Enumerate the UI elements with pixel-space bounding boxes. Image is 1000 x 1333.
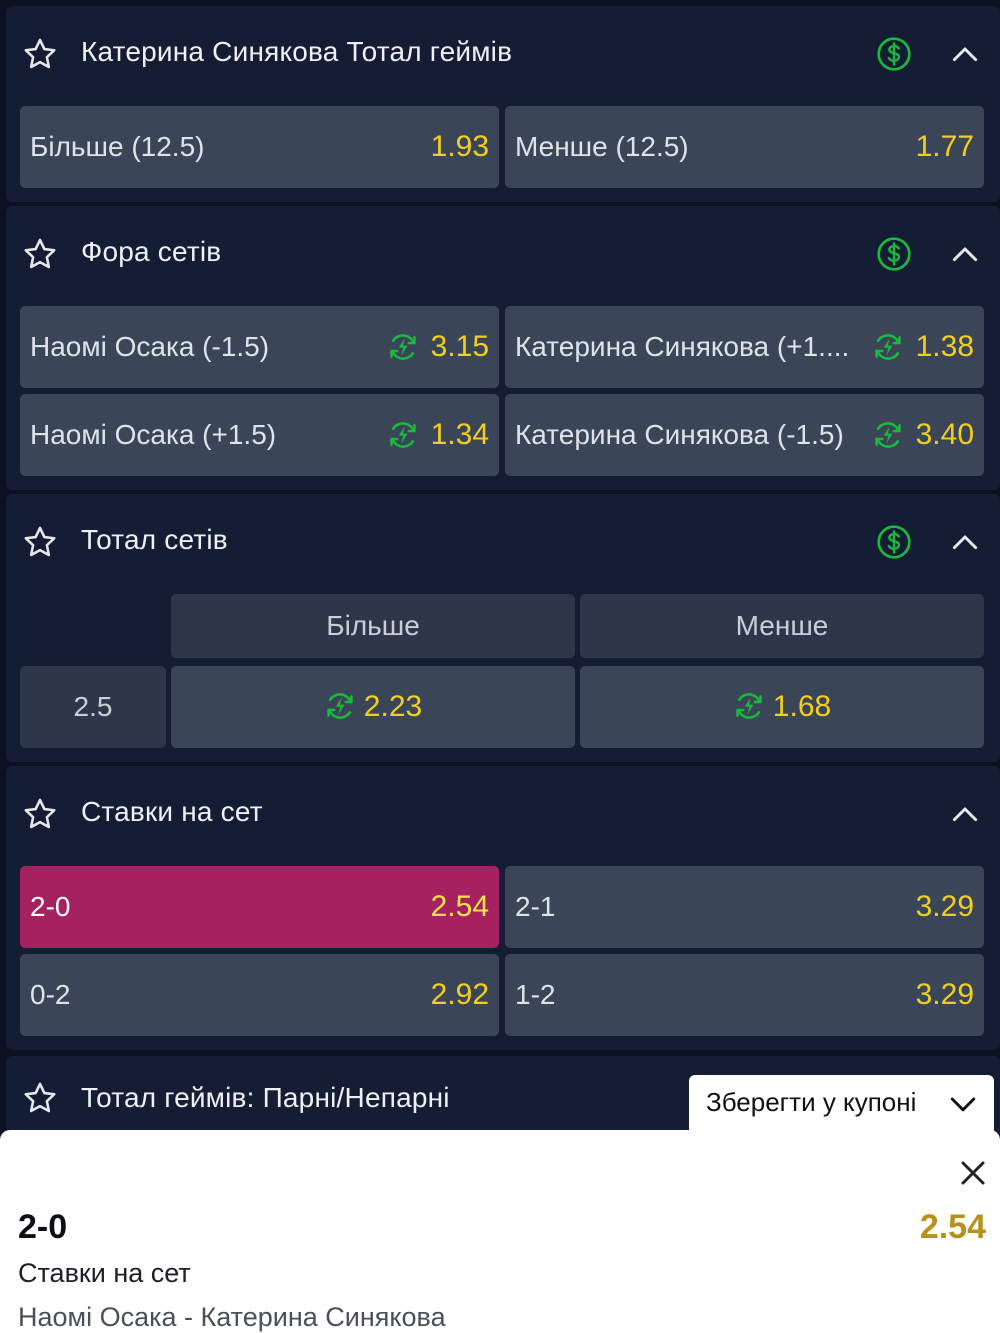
market-header[interactable]: Ставки на сет	[6, 766, 1000, 862]
outcome-label: Менше (12.5)	[515, 131, 689, 162]
market-title: Тотал геймів: Парні/Непарні	[81, 1082, 450, 1113]
market-title: Тотал сетів	[81, 524, 228, 555]
odds-value: 2.23	[363, 690, 423, 723]
close-icon[interactable]	[958, 1158, 988, 1188]
column-header-label: Більше	[326, 610, 420, 641]
chevron-up-icon[interactable]	[948, 39, 982, 69]
column-header-label: Менше	[735, 610, 829, 641]
odds-button[interactable]: Наомі Осака (+1.5) 1.34	[20, 394, 499, 476]
selection-name: 2-0	[18, 1208, 68, 1246]
market-player-total-games: Катерина Синякова Тотал геймів Більше (1…	[6, 6, 1000, 202]
column-header-over: Більше	[171, 594, 575, 658]
outcome-label: 2-1	[515, 891, 556, 922]
odds-value: 1.77	[915, 130, 974, 163]
market-title: Фора сетів	[81, 236, 222, 267]
odds-value: 3.29	[915, 890, 974, 923]
odds-button-selected[interactable]: 2-0 2.54	[20, 866, 499, 948]
selection-market: Ставки на сет	[18, 1258, 191, 1288]
selection-event: Наомі Осака - Катерина Синякова	[18, 1302, 446, 1332]
star-icon[interactable]	[22, 796, 58, 832]
boost-icon	[733, 690, 765, 722]
odds-button[interactable]: Наомі Осака (-1.5) 3.15	[20, 306, 499, 388]
line-label: 2.5	[73, 691, 113, 722]
chevron-up-icon[interactable]	[948, 527, 982, 557]
boost-icon	[387, 331, 419, 363]
star-icon[interactable]	[22, 36, 58, 72]
odds-button[interactable]: 1-2 3.29	[505, 954, 984, 1036]
boost-icon	[387, 419, 419, 451]
line-value: 2.5	[20, 666, 166, 748]
boost-icon	[872, 331, 904, 363]
market-header[interactable]: Тотал сетів	[6, 494, 1000, 590]
star-icon[interactable]	[22, 236, 58, 272]
odds-button[interactable]: 2-1 3.29	[505, 866, 984, 948]
star-icon[interactable]	[22, 1080, 58, 1116]
bet-slip: 2-0 2.54 Ставки на сет Наомі Осака - Кат…	[0, 1130, 1000, 1333]
odds-value: 3.40	[915, 418, 974, 451]
odds-value: 1.68	[772, 690, 832, 723]
odds-value: 2.92	[430, 978, 489, 1011]
save-in-coupon-label: Зберегти у купоні	[706, 1087, 917, 1117]
market-total-sets: Тотал сетів Більше Менше 2.5 2.23 1.68	[6, 494, 1000, 762]
market-title: Катерина Синякова Тотал геймів	[81, 36, 513, 67]
outcome-label: 2-0	[30, 891, 71, 922]
odds-value: 3.29	[915, 978, 974, 1011]
boost-icon	[324, 690, 356, 722]
odds-value: 1.38	[915, 330, 974, 363]
dollar-icon	[876, 524, 912, 560]
star-icon[interactable]	[22, 524, 58, 560]
dollar-icon	[876, 36, 912, 72]
odds-value: 2.54	[430, 890, 489, 923]
selection-odds: 2.54	[919, 1208, 986, 1246]
market-header[interactable]: Фора сетів	[6, 206, 1000, 302]
odds-button-over[interactable]: 2.23	[171, 666, 575, 748]
column-header-under: Менше	[580, 594, 984, 658]
odds-button[interactable]: Менше (12.5) 1.77	[505, 106, 984, 188]
chevron-up-icon[interactable]	[948, 799, 982, 829]
boost-icon	[872, 419, 904, 451]
chevron-down-icon	[950, 1097, 976, 1112]
outcome-label: 1-2	[515, 979, 556, 1010]
odds-value: 3.15	[430, 330, 489, 363]
outcome-label: Наомі Осака (-1.5)	[30, 331, 270, 362]
outcome-label: Наомі Осака (+1.5)	[30, 419, 277, 450]
odds-value: 1.93	[430, 130, 489, 163]
odds-value: 1.34	[430, 418, 489, 451]
odds-button[interactable]: Катерина Синякова (-1.5) 3.40	[505, 394, 984, 476]
market-title: Ставки на сет	[81, 796, 263, 827]
outcome-label: Катерина Синякова (+1....	[515, 331, 850, 362]
outcome-label: Більше (12.5)	[30, 131, 205, 162]
odds-button[interactable]: 0-2 2.92	[20, 954, 499, 1036]
outcome-label: 0-2	[30, 979, 71, 1010]
outcome-label: Катерина Синякова (-1.5)	[515, 419, 844, 450]
dollar-icon	[876, 236, 912, 272]
market-set-handicap: Фора сетів Наомі Осака (-1.5) 3.15 Катер…	[6, 206, 1000, 490]
odds-button[interactable]: Більше (12.5) 1.93	[20, 106, 499, 188]
odds-button-under[interactable]: 1.68	[580, 666, 984, 748]
market-set-betting: Ставки на сет 2-0 2.54 2-1 3.29 0-2 2.92…	[6, 766, 1000, 1050]
odds-button[interactable]: Катерина Синякова (+1.... 1.38	[505, 306, 984, 388]
save-in-coupon-button[interactable]: Зберегти у купоні	[689, 1075, 994, 1135]
chevron-up-icon[interactable]	[948, 239, 982, 269]
market-header[interactable]: Катерина Синякова Тотал геймів	[6, 6, 1000, 102]
